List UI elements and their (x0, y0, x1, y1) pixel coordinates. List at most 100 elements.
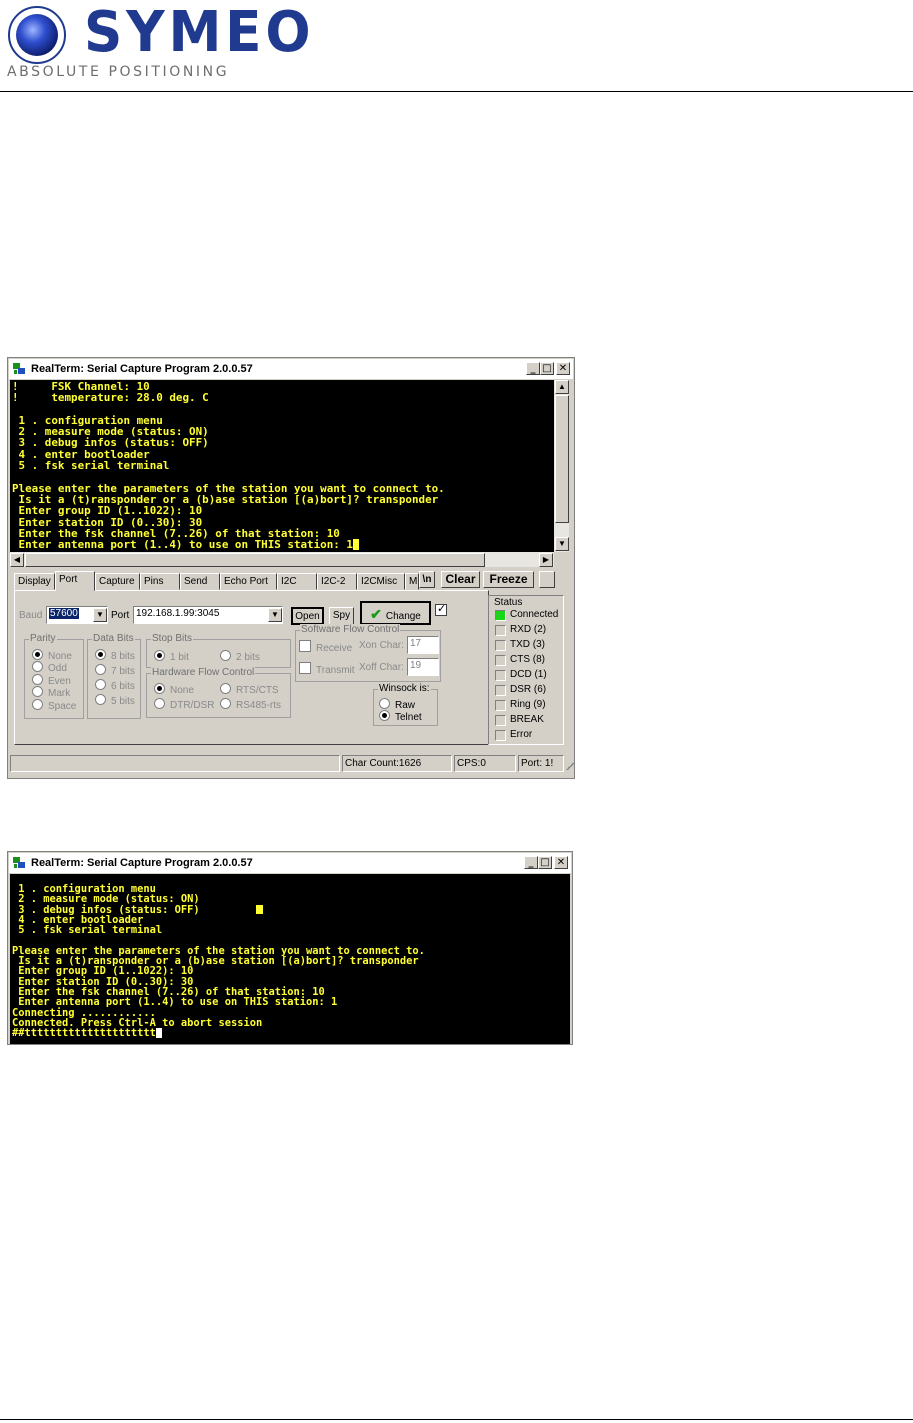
status-led-label: DCD (1) (510, 669, 547, 680)
radio-dot[interactable] (32, 686, 43, 697)
tab-display[interactable]: Display (14, 573, 55, 590)
radio-dot[interactable] (220, 698, 231, 709)
port-label: Port (111, 610, 130, 621)
checkmark-icon: ✔ (370, 606, 382, 622)
winsock-option-label: Telnet (395, 712, 422, 723)
terminal-cursor (155, 1028, 162, 1039)
vertical-scrollbar[interactable]: ▲ ▼ (554, 380, 569, 552)
terminal-line: ! temperature: 28.0 deg. C (12, 391, 209, 405)
parity-odd-radio[interactable]: Odd (32, 661, 67, 675)
scroll-thumb[interactable] (555, 395, 569, 523)
parity-label: Parity (29, 633, 57, 645)
radio-dot[interactable] (154, 698, 165, 709)
winsock-telnet-radio[interactable]: Telnet (379, 710, 422, 724)
tab-echo-port[interactable]: Echo Port (220, 573, 277, 590)
checkbox-box[interactable] (299, 640, 311, 652)
maximize-icon[interactable]: □ (540, 362, 554, 375)
status-led-label: DSR (6) (510, 684, 547, 695)
stop-bits-1-radio[interactable]: 1 bit (154, 650, 189, 664)
data-bits-7-radio[interactable]: 7 bits (95, 664, 135, 678)
tab-pins[interactable]: Pins (140, 573, 180, 590)
radio-dot[interactable] (32, 661, 43, 672)
resize-grip-icon[interactable] (564, 760, 574, 770)
xon-char-value: 17 (410, 638, 422, 649)
scroll-thumb[interactable] (25, 553, 485, 567)
close-icon[interactable]: ✕ (556, 362, 570, 375)
port-select[interactable]: 192.168.1.99:3045 ▼ (133, 606, 283, 624)
window-titlebar[interactable]: RealTerm: Serial Capture Program 2.0.0.5… (9, 853, 571, 873)
transmit-checkbox[interactable]: Transmit (299, 662, 355, 677)
radio-dot[interactable] (95, 664, 106, 675)
baud-select[interactable]: 57600 ▼ (46, 606, 108, 624)
maximize-icon[interactable]: □ (538, 856, 552, 869)
close-icon[interactable]: ✕ (554, 856, 568, 869)
terminal-cursor-block (256, 905, 263, 914)
tab-i2cmisc[interactable]: I2CMisc (357, 573, 405, 590)
xon-char-input[interactable]: 17 (407, 636, 439, 654)
minimize-icon[interactable]: _ (524, 856, 538, 869)
status-led-label: BREAK (510, 714, 544, 725)
change-button[interactable]: ✔ Change (360, 601, 431, 625)
data-bits-6-radio[interactable]: 6 bits (95, 679, 135, 693)
radio-dot[interactable] (32, 699, 43, 710)
chevron-down-icon[interactable]: ▼ (93, 608, 107, 622)
tab-more[interactable]: M (405, 573, 419, 590)
parity-mark-radio[interactable]: Mark (32, 686, 70, 700)
radio-dot[interactable] (95, 649, 106, 660)
radio-dot[interactable] (95, 694, 106, 705)
hw-flow-rs485-radio[interactable]: RS485-rts (220, 698, 281, 712)
window-titlebar[interactable]: RealTerm: Serial Capture Program 2.0.0.5… (9, 359, 573, 379)
newline-button[interactable]: \n (419, 571, 435, 588)
radio-dot[interactable] (379, 698, 390, 709)
tab-capture[interactable]: Capture (95, 573, 140, 590)
stop-bits-group: Stop Bits 1 bit 2 bits (146, 633, 291, 668)
spy-button[interactable]: Spy (329, 607, 354, 625)
extra-toggle-button[interactable] (539, 571, 555, 588)
logo-subtitle: ABSOLUTE POSITIONING (7, 64, 230, 80)
horizontal-scrollbar[interactable]: ◀ ▶ (10, 552, 554, 567)
tab-port[interactable]: Port (55, 571, 95, 591)
terminal-output[interactable]: ! FSK Channel: 10! temperature: 28.0 deg… (10, 380, 554, 552)
scroll-right-icon[interactable]: ▶ (539, 553, 553, 567)
parity-space-radio[interactable]: Space (32, 699, 76, 713)
clear-button[interactable]: Clear (441, 571, 480, 588)
hw-flow-option-label: RTS/CTS (236, 685, 279, 696)
stop-bits-option-label: 1 bit (170, 652, 189, 663)
xon-char-label: Xon Char: (359, 640, 405, 651)
tab-i2c[interactable]: I2C (277, 573, 317, 590)
radio-dot[interactable] (154, 683, 165, 694)
data-bits-label: Data Bits (92, 633, 135, 645)
chevron-down-icon[interactable]: ▼ (268, 608, 282, 622)
radio-dot[interactable] (154, 650, 165, 661)
scroll-down-icon[interactable]: ▼ (555, 537, 569, 551)
data-bits-5-radio[interactable]: 5 bits (95, 694, 135, 708)
terminal-line: Enter group ID (1..1022): 10 (12, 504, 203, 518)
hw-flow-dtr-dsr-radio[interactable]: DTR/DSR (154, 698, 214, 712)
scroll-left-icon[interactable]: ◀ (10, 553, 24, 567)
radio-dot[interactable] (32, 674, 43, 685)
data-bits-8-radio[interactable]: 8 bits (95, 649, 135, 663)
tab-i2c-2[interactable]: I2C-2 (317, 573, 357, 590)
freeze-button[interactable]: Freeze (483, 571, 534, 588)
terminal-output[interactable]: 1 . configuration menu 2 . measure mode … (10, 874, 570, 1044)
scroll-up-icon[interactable]: ▲ (555, 380, 569, 394)
stop-bits-2-radio[interactable]: 2 bits (220, 650, 260, 664)
parity-option-label: Odd (48, 663, 67, 674)
checkbox-box[interactable] (299, 662, 311, 674)
parity-option-label: Space (48, 701, 77, 712)
radio-dot[interactable] (379, 710, 390, 721)
minimize-icon[interactable]: _ (526, 362, 540, 375)
tab-send[interactable]: Send (180, 573, 220, 590)
xoff-char-input[interactable]: 19 (407, 658, 439, 676)
radio-dot[interactable] (32, 649, 43, 660)
data-bits-option-label: 5 bits (111, 696, 135, 707)
radio-dot[interactable] (220, 683, 231, 694)
hardware-flow-control-label: Hardware Flow Control (151, 667, 256, 679)
open-button[interactable]: Open (291, 607, 324, 625)
hw-flow-rts-cts-radio[interactable]: RTS/CTS (220, 683, 279, 697)
receive-checkbox[interactable]: Receive (299, 640, 352, 655)
radio-dot[interactable] (95, 679, 106, 690)
hw-flow-none-radio[interactable]: None (154, 683, 194, 697)
radio-dot[interactable] (220, 650, 231, 661)
